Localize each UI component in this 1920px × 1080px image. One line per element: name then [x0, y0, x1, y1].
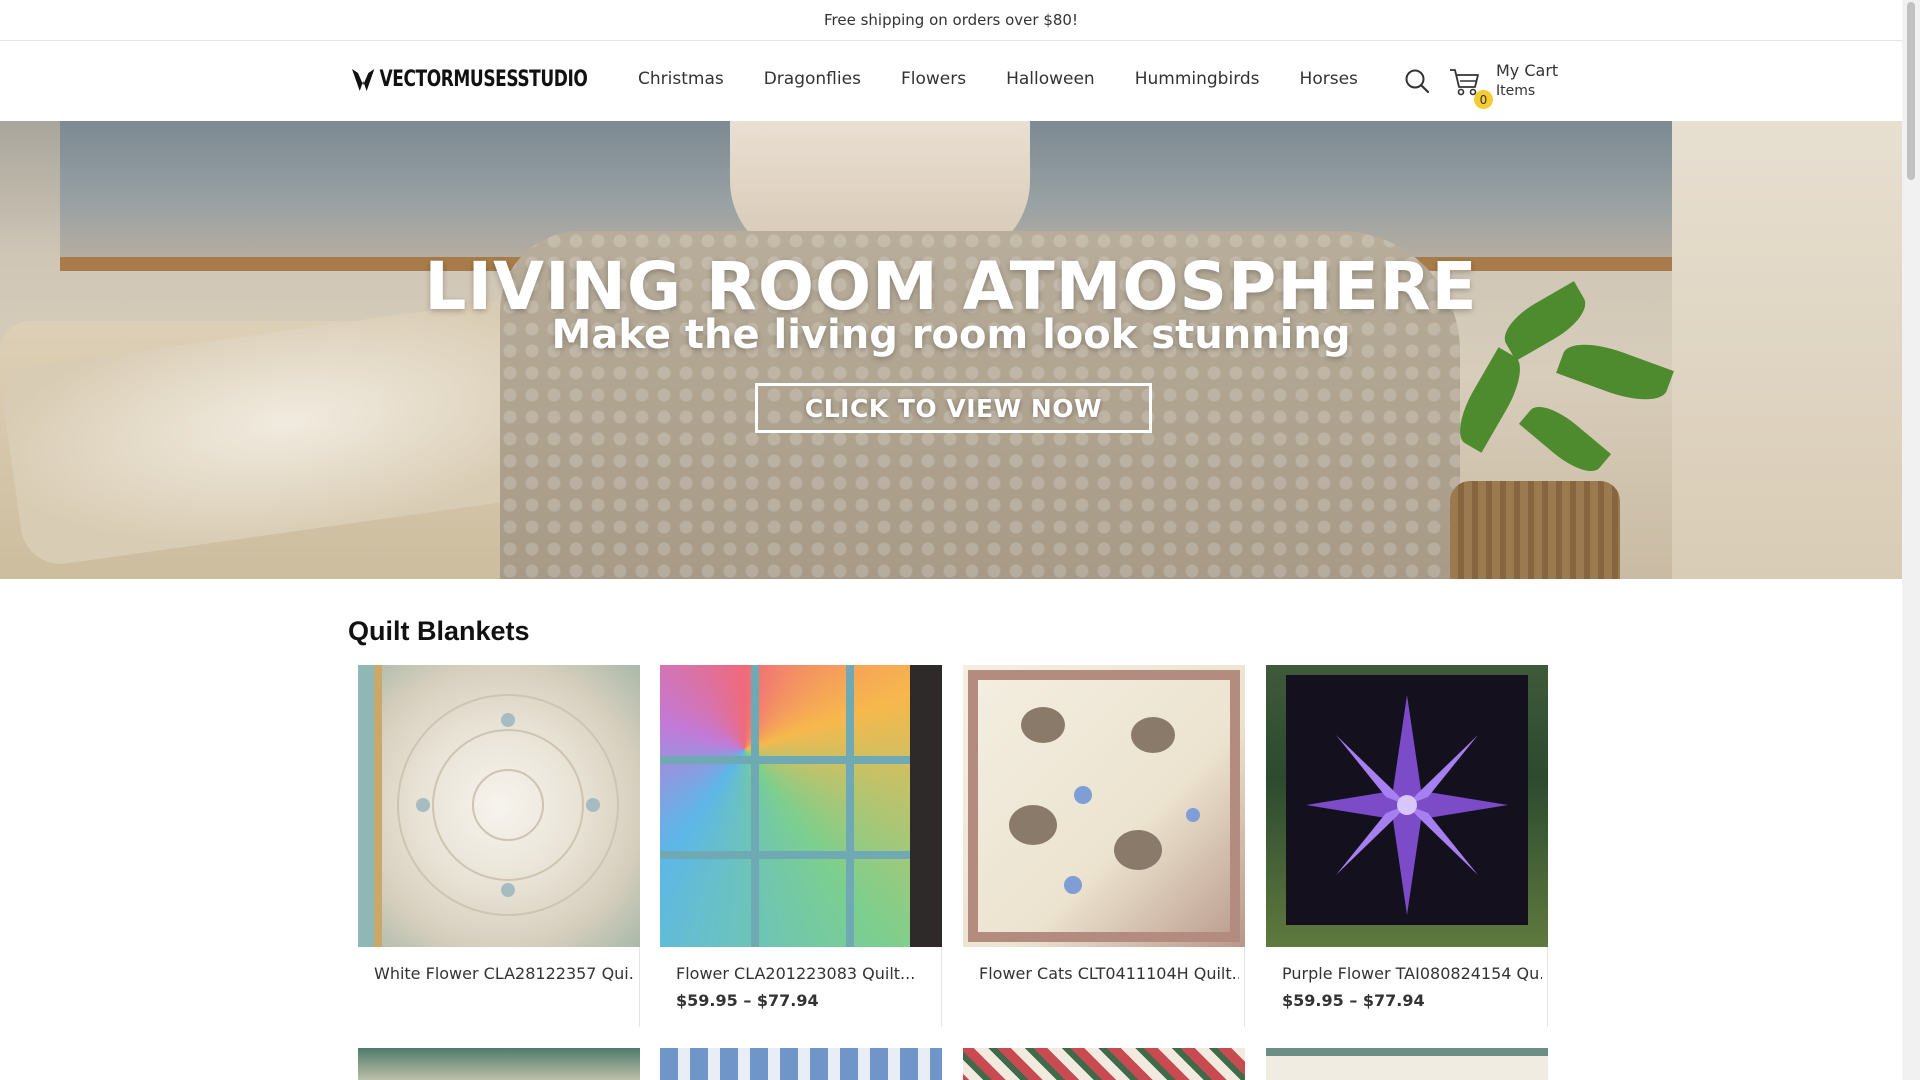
product-image-pattern	[1286, 675, 1528, 925]
product-image[interactable]	[963, 665, 1245, 947]
product-price: $59.95 – $77.94	[1282, 991, 1425, 1010]
hero-leaf-decoration	[1518, 396, 1612, 482]
product-title[interactable]: Flower Cats CLT0411104H Quilt...	[979, 964, 1239, 983]
product-card[interactable]: Flower CLA201223083 Quilt... $59.95 – $7…	[660, 665, 942, 1027]
section-title: Quilt Blankets	[348, 616, 530, 646]
nav-item-halloween[interactable]: Halloween	[1006, 69, 1095, 89]
hero-banner[interactable]: LIVING ROOM ATMOSPHERE Make the living r…	[0, 121, 1902, 579]
announcement-text: Free shipping on orders over $80!	[824, 11, 1078, 29]
site-header: VECTORMUSESSTUDIO Christmas Dragonflies …	[0, 41, 1902, 121]
product-image[interactable]	[660, 665, 942, 947]
cart-sublabel: Items	[1496, 83, 1536, 99]
product-card[interactable]: Flower Cats CLT0411104H Quilt...	[963, 665, 1245, 1027]
product-price: $59.95 – $77.94	[676, 991, 819, 1010]
nav-item-horses[interactable]: Horses	[1300, 69, 1358, 89]
search-icon	[1405, 69, 1430, 94]
product-card-image-partial[interactable]	[358, 1048, 640, 1080]
product-image-pattern	[358, 665, 619, 947]
product-card-image-partial[interactable]	[660, 1048, 942, 1080]
hero-plant-pot-decoration	[1450, 481, 1620, 579]
product-image[interactable]	[1266, 665, 1548, 947]
nav-item-flowers[interactable]: Flowers	[901, 69, 966, 89]
logo-icon	[352, 68, 375, 91]
product-grid: White Flower CLA28122357 Qui... Flower C…	[358, 665, 1548, 1080]
product-card-image-partial[interactable]	[963, 1048, 1245, 1080]
product-image[interactable]	[358, 665, 640, 947]
product-title[interactable]: Purple Flower TAI080824154 Qu...	[1282, 964, 1542, 983]
nav-item-hummingbirds[interactable]: Hummingbirds	[1135, 69, 1260, 89]
cart-text: My Cart Items	[1496, 61, 1558, 101]
hero-cta-button[interactable]: CLICK TO VIEW NOW	[755, 383, 1152, 433]
hero-subtitle: Make the living room look stunning	[551, 312, 1351, 358]
cart-icon-wrap: 0	[1449, 67, 1493, 109]
cart-button[interactable]: 0 My Cart Items	[1449, 61, 1558, 109]
scrollbar-thumb[interactable]	[1907, 2, 1915, 180]
announcement-bar: Free shipping on orders over $80!	[0, 0, 1902, 41]
product-title[interactable]: Flower CLA201223083 Quilt...	[676, 964, 936, 983]
product-card[interactable]: Purple Flower TAI080824154 Qu... $59.95 …	[1266, 665, 1548, 1027]
product-title[interactable]: White Flower CLA28122357 Qui...	[374, 964, 634, 983]
product-image-pattern	[968, 670, 1240, 942]
logo-text: VECTORMUSESSTUDIO	[379, 67, 588, 92]
page-scrollbar[interactable]	[1902, 0, 1920, 1080]
cart-count-badge: 0	[1474, 90, 1493, 109]
nav-item-dragonflies[interactable]: Dragonflies	[764, 69, 861, 89]
product-card[interactable]: White Flower CLA28122357 Qui...	[358, 665, 640, 1027]
product-image-pattern	[660, 665, 942, 947]
site-logo[interactable]: VECTORMUSESSTUDIO	[352, 67, 588, 92]
product-card-image-partial[interactable]	[1266, 1048, 1548, 1080]
hero-leaf-decoration	[1448, 347, 1532, 453]
search-button[interactable]	[1404, 68, 1430, 94]
main-nav: Christmas Dragonflies Flowers Halloween …	[638, 69, 1398, 89]
cart-label: My Cart	[1496, 61, 1559, 80]
nav-item-christmas[interactable]: Christmas	[638, 69, 724, 89]
